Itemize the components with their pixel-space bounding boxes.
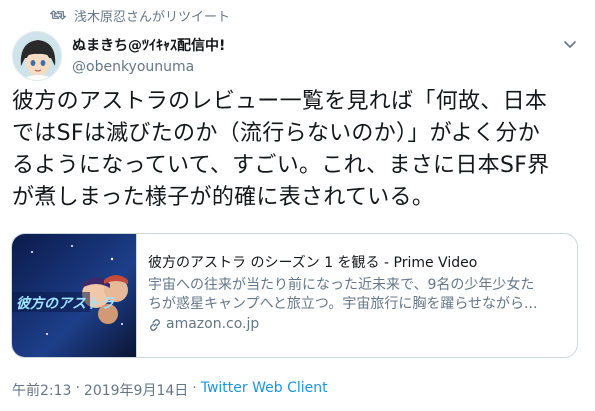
- card-image: 彼方のアストラ: [12, 234, 137, 357]
- card-domain-text: amazon.co.jp: [166, 316, 260, 332]
- screen-name[interactable]: @obenkyounuma: [72, 57, 225, 77]
- card-desc-line: ちが惑星キャンプへと旅立つ。宇宙旅行に胸を躍らせながら...: [148, 296, 538, 312]
- tweet-text: 彼方のアストラのレビュー一覧を見れば「何故、日本 ではSFは滅びたのか（流行らな…: [12, 86, 582, 214]
- tweet-date[interactable]: 2019年9月14日: [84, 380, 188, 400]
- user-names[interactable]: ぬまきち@ﾂｲｷｬｽ配信中! @obenkyounuma: [72, 36, 225, 77]
- avatar-image: [13, 32, 61, 80]
- card-title: 彼方のアストラ のシーズン 1 を観る - Prime Video: [148, 255, 478, 271]
- tweet-line: ではSFは滅びたのか（流行らないのか）」がよく分か: [12, 121, 541, 146]
- card-thumbnail: 彼方のアストラ: [12, 234, 136, 357]
- card-image-title: 彼方のアストラ: [16, 295, 115, 312]
- source-link[interactable]: Twitter Web Client: [201, 380, 328, 400]
- retweet-text: 浅木原忍さんがリツイート: [74, 9, 231, 25]
- link-card[interactable]: 彼方のアストラ 彼方のアストラ のシーズン 1 を観る - Prime Vide…: [11, 233, 578, 358]
- link-icon: [149, 318, 161, 331]
- tweet-line: が煮しまった様子が的確に表されている。: [12, 185, 435, 210]
- card-body: 彼方のアストラ のシーズン 1 を観る - Prime Video 宇宙への往来…: [137, 234, 568, 357]
- meta-separator: ·: [75, 380, 80, 396]
- tweet-line: 彼方のアストラのレビュー一覧を見れば「何故、日本: [12, 89, 548, 114]
- tweet-time[interactable]: 午前2:13: [12, 380, 71, 400]
- tweet-meta: 午前2:13 · 2019年9月14日 · Twitter Web Client: [12, 380, 328, 400]
- card-domain: amazon.co.jp: [148, 315, 568, 334]
- card-description: 宇宙への往来が当たり前になった近未来で、9名の少年少女た ちが惑星キャンプへと旅…: [148, 276, 558, 314]
- card-desc-line: 宇宙への往来が当たり前になった近未来で、9名の少年少女た: [148, 277, 535, 293]
- retweet-context[interactable]: 浅木原忍さんがリツイート: [50, 6, 231, 25]
- display-name[interactable]: ぬまきち@ﾂｲｷｬｽ配信中!: [72, 36, 225, 56]
- meta-separator: ·: [192, 380, 197, 396]
- chevron-down-icon[interactable]: [562, 36, 578, 52]
- tweet-line: るようになっていて、すごい。これ、まさに日本SF界: [12, 153, 550, 178]
- avatar[interactable]: [12, 31, 62, 81]
- retweet-icon: [50, 10, 66, 20]
